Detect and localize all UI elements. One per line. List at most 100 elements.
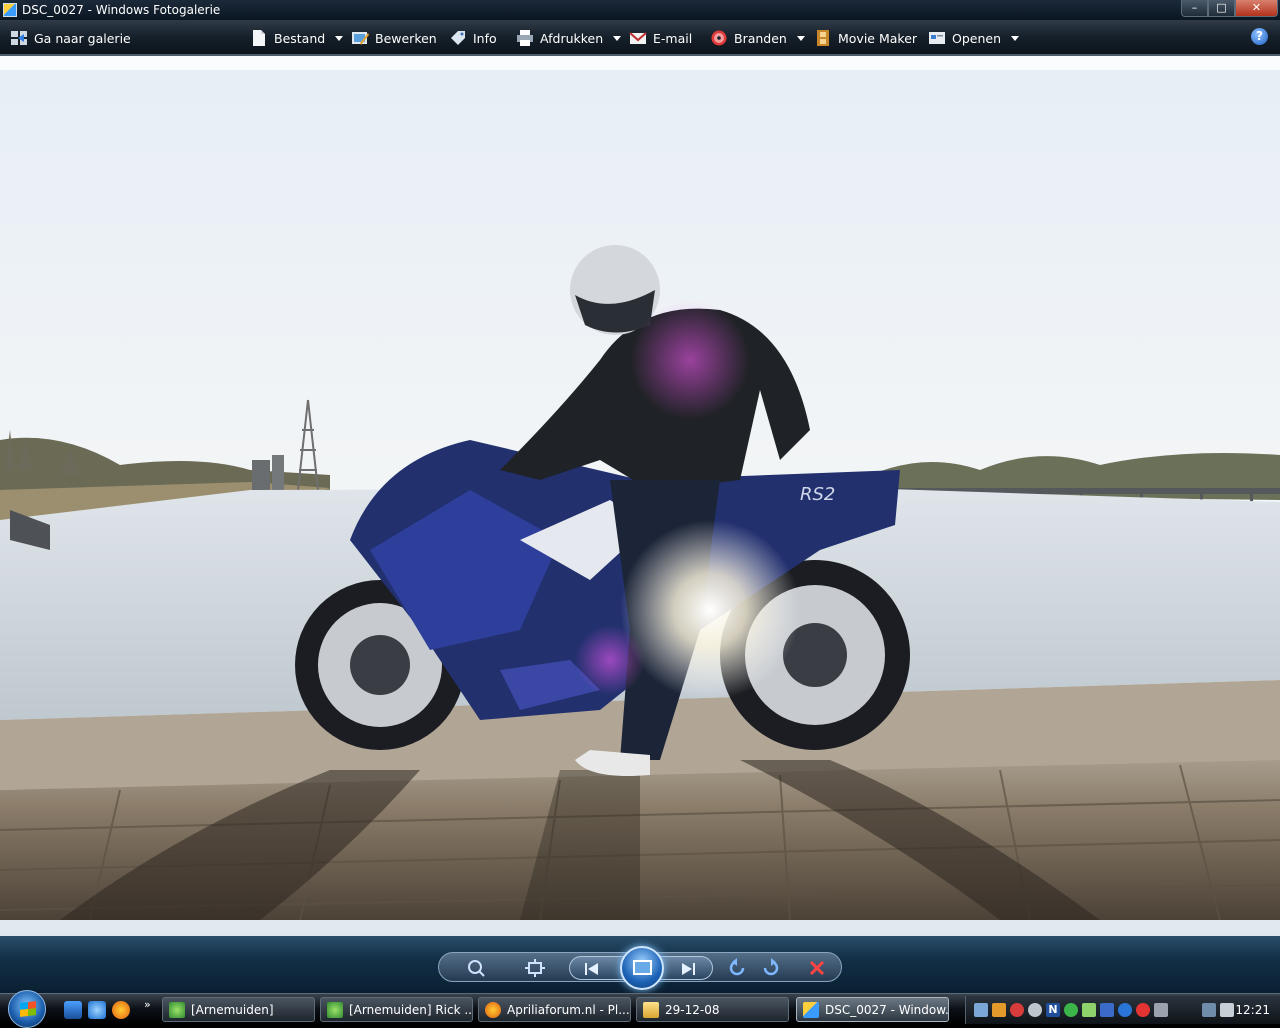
taskbar-item-label: 29-12-08 (665, 1002, 720, 1017)
actual-size-icon (525, 959, 545, 977)
warning-icon[interactable] (1136, 1003, 1150, 1017)
slideshow-button[interactable] (620, 946, 664, 990)
toolbar: Ga naar galerie Bestand Bewerken Info Af… (0, 20, 1280, 56)
menu-openen[interactable]: Openen (928, 28, 1019, 48)
clock[interactable]: 12:21 (1235, 1003, 1270, 1017)
tray-app-icon[interactable] (1118, 1003, 1132, 1017)
photo[interactable]: RS2 (0, 70, 1280, 920)
menu-info[interactable]: Info (449, 28, 497, 48)
photo-motorcycle: RS2 (0, 70, 1280, 920)
previous-button[interactable] (580, 958, 604, 980)
bike-logo-text: RS2 (800, 484, 835, 505)
menu-email[interactable]: E-mail (629, 28, 692, 48)
tray-n-icon[interactable]: N (1046, 1003, 1060, 1017)
msn-icon[interactable] (1082, 1003, 1096, 1017)
taskbar-item[interactable]: Apriliaforum.nl - Pl... (478, 997, 631, 1022)
close-button[interactable]: ✕ (1235, 0, 1278, 17)
taskbar-item[interactable]: 29-12-08 (636, 997, 789, 1022)
edit-icon (352, 32, 369, 45)
info-tag-icon (451, 31, 465, 45)
photo-gallery-icon (3, 3, 17, 17)
zoom-icon (468, 960, 485, 977)
menu-movie-maker[interactable]: Movie Maker (814, 28, 917, 48)
network-icon[interactable] (974, 1003, 988, 1017)
tray-app-icon[interactable] (1028, 1003, 1042, 1017)
title-bar: DSC_0027 - Windows Fotogalerie – □ ✕ (0, 0, 1280, 20)
menu-bewerken-label: Bewerken (375, 30, 437, 46)
email-icon (629, 32, 647, 44)
photo-viewer: RS2 (0, 56, 1280, 936)
tray-app-icon[interactable] (992, 1003, 1006, 1017)
firefox-icon (485, 1001, 501, 1018)
menu-branden-label: Branden (734, 30, 787, 46)
menu-afdrukken[interactable]: Afdrukken (516, 28, 622, 48)
taskbar-item-label: [Arnemuiden] Rick ... (349, 1002, 473, 1017)
taskbar: » [Arnemuiden] D... [Arnemuiden] Rick ..… (0, 990, 1280, 1028)
slideshow-icon (633, 960, 652, 975)
folder-icon (643, 1001, 659, 1018)
photo-gallery-icon (803, 1001, 819, 1018)
windows-logo-icon (20, 1001, 36, 1017)
help-tray-icon[interactable] (1154, 1003, 1168, 1017)
next-icon (682, 963, 695, 975)
security-icon[interactable] (1010, 1003, 1024, 1017)
chevron-down-icon (796, 35, 805, 41)
maximize-button[interactable]: □ (1208, 0, 1235, 17)
open-icon (929, 32, 945, 44)
help-icon[interactable]: ? (1251, 28, 1268, 45)
sync-icon[interactable] (1064, 1003, 1078, 1017)
go-to-gallery-label: Ga naar galerie (34, 30, 131, 46)
chevron-down-icon (1011, 35, 1019, 41)
film-icon (817, 30, 829, 46)
rotate-left-button[interactable] (725, 957, 749, 979)
taskbar-item[interactable]: [Arnemuiden] D... (162, 997, 315, 1022)
menu-bestand-label: Bestand (274, 30, 326, 46)
menu-info-label: Info (473, 30, 497, 46)
system-tray: N 12:21 (965, 996, 1280, 1024)
menu-afdrukken-label: Afdrukken (540, 30, 604, 46)
firefox-icon[interactable] (112, 1001, 130, 1019)
controls-pill (438, 946, 842, 990)
bluetooth-icon[interactable] (1100, 1003, 1114, 1017)
gallery-back-icon (11, 31, 27, 45)
msn-icon (327, 1001, 343, 1018)
delete-button[interactable] (805, 957, 829, 979)
menu-branden[interactable]: Branden (710, 28, 805, 48)
menu-email-label: E-mail (653, 30, 693, 46)
burn-disc-icon (711, 30, 727, 46)
chevron-down-icon (613, 35, 622, 41)
window-controls: – □ ✕ (1181, 0, 1278, 17)
menu-movie-maker-label: Movie Maker (838, 30, 918, 46)
msn-icon (169, 1001, 185, 1018)
minimize-button[interactable]: – (1181, 0, 1208, 17)
rotate-right-button[interactable] (759, 957, 783, 979)
chevron-down-icon (335, 35, 344, 41)
rotate-right-icon (763, 958, 779, 976)
taskbar-item[interactable]: [Arnemuiden] Rick ... (320, 997, 473, 1022)
menu-bestand[interactable]: Bestand (250, 28, 344, 48)
menu-openen-label: Openen (952, 30, 1001, 46)
delete-icon (809, 960, 825, 976)
taskbar-item-label: Apriliaforum.nl - Pl... (507, 1002, 630, 1017)
motorcycle: RS2 (295, 440, 910, 750)
network-status-icon[interactable] (1202, 1003, 1216, 1017)
taskbar-item-label: DSC_0027 - Window... (825, 1002, 949, 1017)
viewer-controls (0, 936, 1280, 993)
printer-icon (517, 30, 533, 46)
volume-icon[interactable] (1220, 1003, 1234, 1017)
taskbar-item-label: [Arnemuiden] D... (191, 1002, 314, 1017)
previous-icon (585, 963, 598, 975)
zoom-button[interactable] (465, 957, 489, 979)
actual-size-button[interactable] (523, 957, 547, 979)
file-icon (253, 30, 265, 46)
internet-explorer-icon[interactable] (88, 1001, 106, 1019)
go-to-gallery-button[interactable]: Ga naar galerie (10, 28, 131, 48)
next-button[interactable] (676, 958, 700, 980)
taskbar-item-active[interactable]: DSC_0027 - Window... (796, 997, 949, 1022)
show-desktop-icon[interactable] (64, 1001, 82, 1019)
menu-bewerken[interactable]: Bewerken (351, 28, 437, 48)
rotate-left-icon (729, 958, 745, 976)
window-title: DSC_0027 - Windows Fotogalerie (22, 3, 221, 17)
quick-launch-more[interactable]: » (144, 998, 151, 1011)
start-button[interactable] (8, 990, 46, 1028)
